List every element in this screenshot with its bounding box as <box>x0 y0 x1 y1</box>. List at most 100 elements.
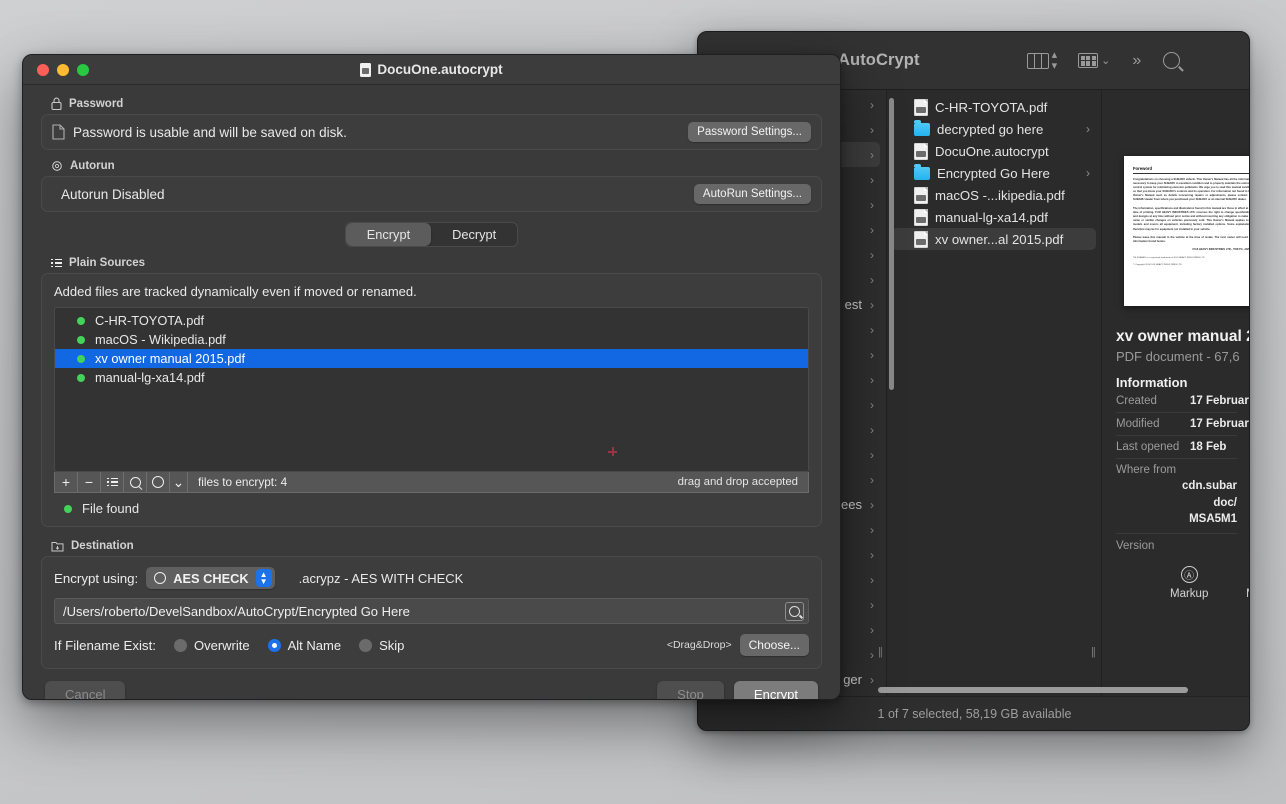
chevron-right-icon[interactable]: › <box>870 523 874 537</box>
pdf-file-icon <box>914 99 928 116</box>
chevron-right-icon[interactable]: › <box>870 498 874 512</box>
chevron-right-icon[interactable]: › <box>870 648 874 662</box>
chevron-right-icon[interactable]: › <box>870 573 874 587</box>
radio-skip-dot[interactable] <box>359 639 372 652</box>
finder-file-row[interactable]: decrypted go here› <box>892 118 1096 140</box>
password-section-header: Password <box>41 94 822 114</box>
chevron-right-icon[interactable]: › <box>870 548 874 562</box>
radio-skip[interactable]: Skip <box>359 638 404 653</box>
pane-divider-right[interactable]: || <box>1091 646 1095 658</box>
algorithm-select[interactable]: AES CHECK ▲▼ <box>146 567 274 589</box>
zoom-button[interactable] <box>77 64 89 76</box>
status-dot-icon <box>77 374 85 382</box>
chevron-right-icon[interactable]: › <box>870 123 874 137</box>
chevron-right-icon[interactable]: › <box>870 373 874 387</box>
cancel-button[interactable]: Cancel <box>45 681 125 700</box>
autorun-settings-button[interactable]: AutoRun Settings... <box>694 184 811 204</box>
plain-sources-status: File found <box>54 493 809 516</box>
finder-file-row[interactable]: xv owner...al 2015.pdf <box>892 228 1096 250</box>
chevron-right-icon[interactable]: › <box>1086 122 1090 136</box>
close-button[interactable] <box>37 64 49 76</box>
chevron-right-icon[interactable]: › <box>870 148 874 162</box>
chevron-right-icon[interactable]: › <box>870 98 874 112</box>
tab-encrypt[interactable]: Encrypt <box>346 223 431 246</box>
more-actions[interactable]: M <box>1242 566 1249 600</box>
document-icon <box>360 63 371 77</box>
chevron-right-icon[interactable]: › <box>870 223 874 237</box>
group-by-icon[interactable]: ⌄ <box>1078 53 1110 68</box>
chevron-right-icon[interactable]: › <box>870 598 874 612</box>
radio-overwrite-dot[interactable] <box>174 639 187 652</box>
add-file-button[interactable]: + <box>55 472 78 492</box>
radio-alt-name-dot[interactable] <box>268 639 281 652</box>
chevron-right-icon[interactable]: › <box>870 473 874 487</box>
choose-button[interactable]: Choose... <box>740 634 809 656</box>
chevron-right-icon[interactable]: › <box>870 298 874 312</box>
chevron-right-icon[interactable]: › <box>870 173 874 187</box>
markup-action[interactable]: Ⓐ Markup <box>1170 566 1208 600</box>
radio-overwrite[interactable]: Overwrite <box>174 638 250 653</box>
preview-actions: Ⓐ Markup M <box>1116 566 1237 600</box>
view-chevron-icon[interactable]: ▴▾ <box>1052 50 1057 72</box>
stop-button[interactable]: Stop <box>657 681 724 700</box>
traffic-lights[interactable] <box>23 64 89 76</box>
chevron-right-icon[interactable]: › <box>870 323 874 337</box>
columns-view-icon[interactable]: ▴▾ <box>1027 50 1057 72</box>
chevron-updown-icon[interactable]: ▲▼ <box>256 569 272 587</box>
finder-file-row[interactable]: Encrypted Go Here › <box>892 162 1096 184</box>
where-from-line: doc/ <box>1116 495 1237 512</box>
chevron-right-icon[interactable]: › <box>870 348 874 362</box>
path-search-icon[interactable] <box>785 602 804 621</box>
chevron-right-icon[interactable]: › <box>870 248 874 262</box>
finder-file-row[interactable]: DocuOne.autocrypt <box>892 140 1096 162</box>
plain-sources-toolbar[interactable]: + − ⌄ files to encrypt: 4 drag and drop … <box>54 472 809 493</box>
radio-alt-name[interactable]: Alt Name <box>268 638 341 653</box>
finder-file-row[interactable]: C-HR-TOYOTA.pdf <box>892 96 1096 118</box>
more-chevron-icon[interactable]: » <box>1132 52 1141 70</box>
plain-sources-file-list[interactable]: C-HR-TOYOTA.pdfmacOS - Wikipedia.pdfxv o… <box>54 307 809 472</box>
mode-tabs[interactable]: Encrypt Decrypt <box>41 222 822 247</box>
search-button[interactable] <box>124 472 147 492</box>
finder-file-name: Encrypted Go Here <box>937 166 1050 181</box>
chevron-right-icon[interactable]: › <box>870 198 874 212</box>
finder-sidebar-row-label: ees <box>841 497 862 512</box>
group-chevron-icon[interactable]: ⌄ <box>1101 54 1110 67</box>
finder-file-list[interactable]: C-HR-TOYOTA.pdfdecrypted go here›DocuOne… <box>887 90 1102 698</box>
minimize-button[interactable] <box>57 64 69 76</box>
plain-source-row[interactable]: manual-lg-xa14.pdf <box>55 368 808 387</box>
remove-file-button[interactable]: − <box>78 472 101 492</box>
autocrypt-window[interactable]: DocuOne.autocrypt Password Password is u… <box>22 54 841 700</box>
destination-path-field[interactable]: /Users/roberto/DevelSandbox/AutoCrypt/En… <box>54 598 809 624</box>
list-view-button[interactable] <box>101 472 124 492</box>
pdf-paragraph-1: Congratulations on choosing a SUBARU veh… <box>1133 178 1249 203</box>
tab-decrypt[interactable]: Decrypt <box>431 223 517 246</box>
chevron-right-icon[interactable]: › <box>1086 166 1090 180</box>
plain-source-row[interactable]: C-HR-TOYOTA.pdf <box>55 311 808 330</box>
plain-source-row[interactable]: xv owner manual 2015.pdf <box>55 349 808 368</box>
password-section-label: Password <box>69 98 123 110</box>
chevron-right-icon[interactable]: › <box>870 273 874 287</box>
status-dot-icon <box>77 336 85 344</box>
preview-info-row: Last opened18 Feb <box>1116 436 1237 459</box>
finder-file-name: xv owner...al 2015.pdf <box>935 232 1063 247</box>
pane-divider-left[interactable]: || <box>878 646 882 658</box>
password-settings-button[interactable]: Password Settings... <box>688 122 811 142</box>
chevron-right-icon[interactable]: › <box>870 398 874 412</box>
finder-file-row[interactable]: manual-lg-xa14.pdf <box>892 206 1096 228</box>
chevron-right-icon[interactable]: › <box>870 623 874 637</box>
cursor-crosshair <box>608 447 617 456</box>
preview-info-key: Modified <box>1116 418 1190 430</box>
horizontal-scrollbar[interactable] <box>878 687 1188 693</box>
app-footer: Cancel Stop Encrypt <box>41 669 822 700</box>
plain-source-row[interactable]: macOS - Wikipedia.pdf <box>55 330 808 349</box>
settings-gear-button[interactable] <box>147 472 170 492</box>
file-list-scrollbar[interactable] <box>889 98 894 390</box>
finder-file-row[interactable]: macOS -...ikipedia.pdf <box>892 184 1096 206</box>
filename-exist-row: If Filename Exist: Overwrite Alt Name Sk… <box>54 634 809 656</box>
search-icon[interactable] <box>1163 52 1180 69</box>
chevron-right-icon[interactable]: › <box>870 423 874 437</box>
chevron-down-icon[interactable]: ⌄ <box>170 472 188 492</box>
chevron-right-icon[interactable]: › <box>870 448 874 462</box>
encrypt-button[interactable]: Encrypt <box>734 681 818 700</box>
finder-preview-pane: Foreword Congratulations on choosing a S… <box>1102 90 1249 698</box>
